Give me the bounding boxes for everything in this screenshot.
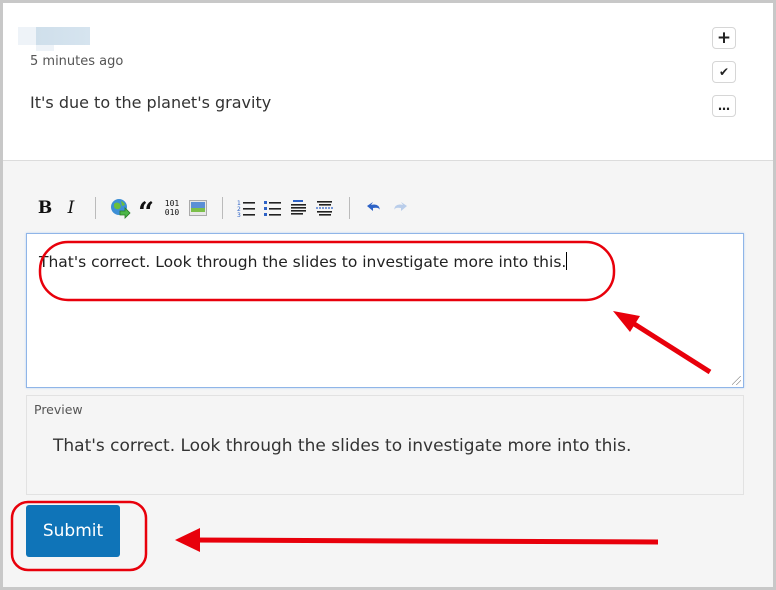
undo-icon	[367, 202, 380, 211]
preview-label: Preview	[34, 402, 83, 417]
toolbar-divider	[95, 197, 96, 219]
redo-icon	[394, 202, 407, 211]
redo-button[interactable]	[387, 197, 413, 219]
text-caret	[566, 252, 568, 270]
preview-pane: Preview That's correct. Look through the…	[26, 395, 744, 495]
more-icon: …	[718, 99, 730, 113]
bold-icon: B	[37, 198, 53, 218]
svg-text:3: 3	[237, 212, 241, 217]
heading-button[interactable]	[286, 197, 312, 219]
blockquote-button[interactable]: “	[133, 197, 159, 227]
insert-image-button[interactable]	[185, 197, 211, 219]
comment-actions: + ✔ …	[712, 27, 738, 129]
editor-toolbar: B I “ 101 010 1 2 3	[32, 196, 413, 227]
italic-button[interactable]: I	[58, 197, 84, 219]
plus-icon: +	[716, 28, 732, 48]
comment-timestamp: 5 minutes ago	[30, 54, 124, 69]
numbered-list-icon: 1 2 3	[237, 200, 255, 217]
code-sample-button[interactable]: 101 010	[159, 197, 185, 219]
code-icon-bottom: 010	[164, 208, 180, 217]
preview-text: That's correct. Look through the slides …	[53, 436, 632, 456]
undo-button[interactable]	[361, 197, 387, 219]
horizontal-rule-button[interactable]	[312, 197, 338, 219]
comment: 5 minutes ago It's due to the planet's g…	[3, 3, 773, 161]
code-icon-top: 101	[164, 199, 180, 208]
author-name-redacted	[18, 27, 90, 51]
heading-icon	[291, 200, 306, 215]
italic-icon: I	[67, 198, 75, 218]
toolbar-divider	[222, 197, 223, 219]
bold-button[interactable]: B	[32, 197, 58, 219]
insert-link-button[interactable]	[107, 197, 133, 219]
bulleted-list-icon	[264, 201, 281, 216]
add-button[interactable]: +	[712, 27, 736, 49]
resize-handle[interactable]	[732, 376, 741, 385]
quote-icon: “	[137, 196, 155, 229]
endorse-button[interactable]: ✔	[712, 61, 736, 83]
hyperlink-icon	[111, 199, 131, 219]
bulleted-list-button[interactable]	[260, 197, 286, 219]
editor-text: That's correct. Look through the slides …	[39, 253, 567, 271]
response-editor[interactable]: That's correct. Look through the slides …	[26, 233, 744, 388]
image-icon	[189, 200, 207, 216]
comment-body: It's due to the planet's gravity	[30, 93, 272, 112]
numbered-list-button[interactable]: 1 2 3	[234, 197, 260, 219]
toolbar-divider	[349, 197, 350, 219]
submit-button[interactable]: Submit	[26, 505, 120, 557]
horizontal-rule-icon	[316, 201, 334, 216]
check-icon: ✔	[718, 65, 730, 79]
more-actions-button[interactable]: …	[712, 95, 736, 117]
